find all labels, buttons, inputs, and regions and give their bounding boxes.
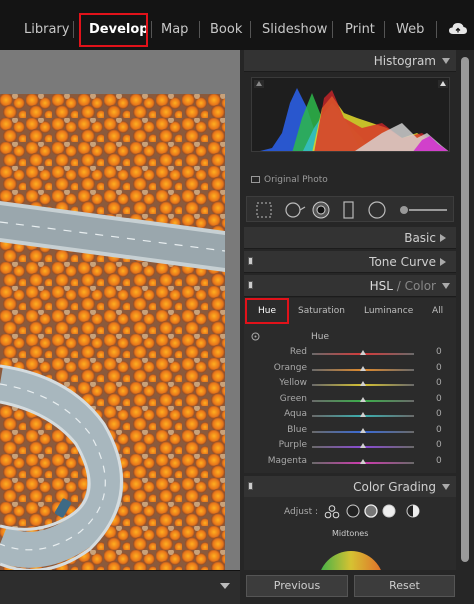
histogram-graph — [251, 77, 450, 152]
hsl-value-yellow[interactable]: 0 — [436, 378, 442, 388]
histogram-panel-header[interactable]: Histogram — [244, 50, 456, 72]
separator — [332, 21, 333, 38]
slider-knob-icon[interactable] — [360, 381, 366, 386]
toolbar-dropdown-icon[interactable] — [220, 583, 230, 589]
original-photo-label: Original Photo — [264, 175, 328, 185]
hsl-panel-header[interactable]: HSL / Color — [244, 275, 456, 297]
slider-knob-icon[interactable] — [360, 428, 366, 433]
histogram-title: Histogram — [373, 54, 436, 68]
hsl-value-green[interactable]: 0 — [436, 394, 442, 404]
collapse-triangle-icon[interactable] — [442, 58, 450, 64]
separator — [151, 21, 152, 38]
hsl-value-magenta[interactable]: 0 — [436, 456, 442, 466]
tab-all[interactable]: All — [432, 306, 443, 316]
hsl-title: HSL / Color — [369, 279, 436, 293]
midtones-label: Midtones — [332, 529, 369, 538]
expand-triangle-icon[interactable] — [440, 234, 450, 242]
separator — [73, 21, 74, 38]
hsl-value-orange[interactable]: 0 — [436, 363, 442, 373]
panel-switch-icon[interactable] — [248, 281, 253, 289]
hsl-label-aqua: Aqua — [284, 409, 307, 419]
panel-switch-icon[interactable] — [248, 257, 253, 265]
tool-strip — [246, 196, 454, 222]
module-map[interactable]: Map — [161, 22, 188, 37]
radial-filter-icon[interactable] — [368, 201, 386, 219]
shadows-icon[interactable] — [346, 504, 360, 518]
tab-luminance[interactable]: Luminance — [364, 306, 413, 316]
cloud-sync-icon[interactable] — [448, 21, 468, 37]
graduated-filter-icon[interactable] — [343, 201, 354, 219]
red-eye-icon[interactable] — [312, 201, 330, 219]
hsl-value-blue[interactable]: 0 — [436, 425, 442, 435]
hsl-label-purple: Purple — [278, 440, 307, 450]
module-print[interactable]: Print — [345, 22, 375, 37]
separator — [199, 21, 200, 38]
highlights-icon[interactable] — [382, 504, 396, 518]
hsl-value-purple[interactable]: 0 — [436, 440, 442, 450]
target-adjustment-icon[interactable] — [251, 332, 260, 341]
separator — [436, 21, 437, 38]
hsl-label-red: Red — [289, 347, 307, 357]
original-photo-toggle[interactable]: Original Photo — [251, 175, 328, 185]
hsl-label-magenta: Magenta — [267, 456, 307, 466]
hsl-label-orange: Orange — [273, 363, 307, 373]
develop-highlight-box — [79, 13, 148, 47]
photo-canvas — [0, 50, 240, 570]
color-grading-body: Adjust : Midtones — [244, 497, 456, 570]
color-wheel[interactable] — [316, 549, 386, 570]
panel-switch-icon[interactable] — [248, 482, 253, 490]
slider-knob-icon[interactable] — [360, 350, 366, 355]
adjustment-brush-icon[interactable] — [400, 206, 447, 214]
tone-curve-title: Tone Curve — [369, 255, 436, 269]
expand-triangle-icon[interactable] — [440, 258, 450, 266]
hsl-value-red[interactable]: 0 — [436, 347, 442, 357]
hsl-label-green: Green — [279, 394, 307, 404]
slider-knob-icon[interactable] — [360, 366, 366, 371]
three-way-icon[interactable] — [324, 505, 340, 519]
slider-knob-icon[interactable] — [360, 412, 366, 417]
hsl-value-aqua[interactable]: 0 — [436, 409, 442, 419]
checkbox-icon — [251, 176, 260, 183]
collapse-triangle-icon[interactable] — [442, 484, 450, 490]
module-web[interactable]: Web — [396, 22, 424, 37]
hsl-label-yellow: Yellow — [279, 378, 307, 388]
module-book[interactable]: Book — [210, 22, 242, 37]
previous-button[interactable]: Previous — [246, 575, 348, 597]
tab-saturation[interactable]: Saturation — [298, 306, 345, 316]
basic-title: Basic — [404, 231, 436, 245]
crop-icon[interactable] — [256, 202, 272, 218]
hue-tab-highlight-box — [245, 298, 289, 324]
hsl-section-label: Hue — [311, 332, 330, 342]
adjust-label: Adjust : — [284, 507, 319, 517]
global-icon[interactable] — [406, 504, 420, 518]
spot-removal-icon[interactable] — [285, 202, 306, 218]
tone-curve-panel-header[interactable]: Tone Curve — [244, 251, 456, 273]
basic-panel-header[interactable]: Basic — [244, 227, 456, 249]
separator — [384, 21, 385, 38]
separator — [250, 21, 251, 38]
color-grading-panel-header[interactable]: Color Grading — [244, 476, 456, 498]
module-library[interactable]: Library — [24, 22, 69, 37]
filmstrip-toolbar — [0, 570, 240, 604]
module-slideshow[interactable]: Slideshow — [262, 22, 327, 37]
aerial-road-photo — [0, 94, 225, 570]
color-grading-title: Color Grading — [353, 480, 436, 494]
slider-knob-icon[interactable] — [360, 443, 366, 448]
module-picker: Library Develop Map Book Slideshow Print… — [0, 0, 474, 50]
slider-knob-icon[interactable] — [360, 459, 366, 464]
collapse-triangle-icon[interactable] — [442, 283, 450, 289]
midtones-icon[interactable] — [364, 504, 378, 518]
panel-scrollbar-thumb[interactable] — [461, 57, 469, 562]
reset-button[interactable]: Reset — [354, 575, 455, 597]
hsl-label-blue: Blue — [287, 425, 307, 435]
slider-knob-icon[interactable] — [360, 397, 366, 402]
